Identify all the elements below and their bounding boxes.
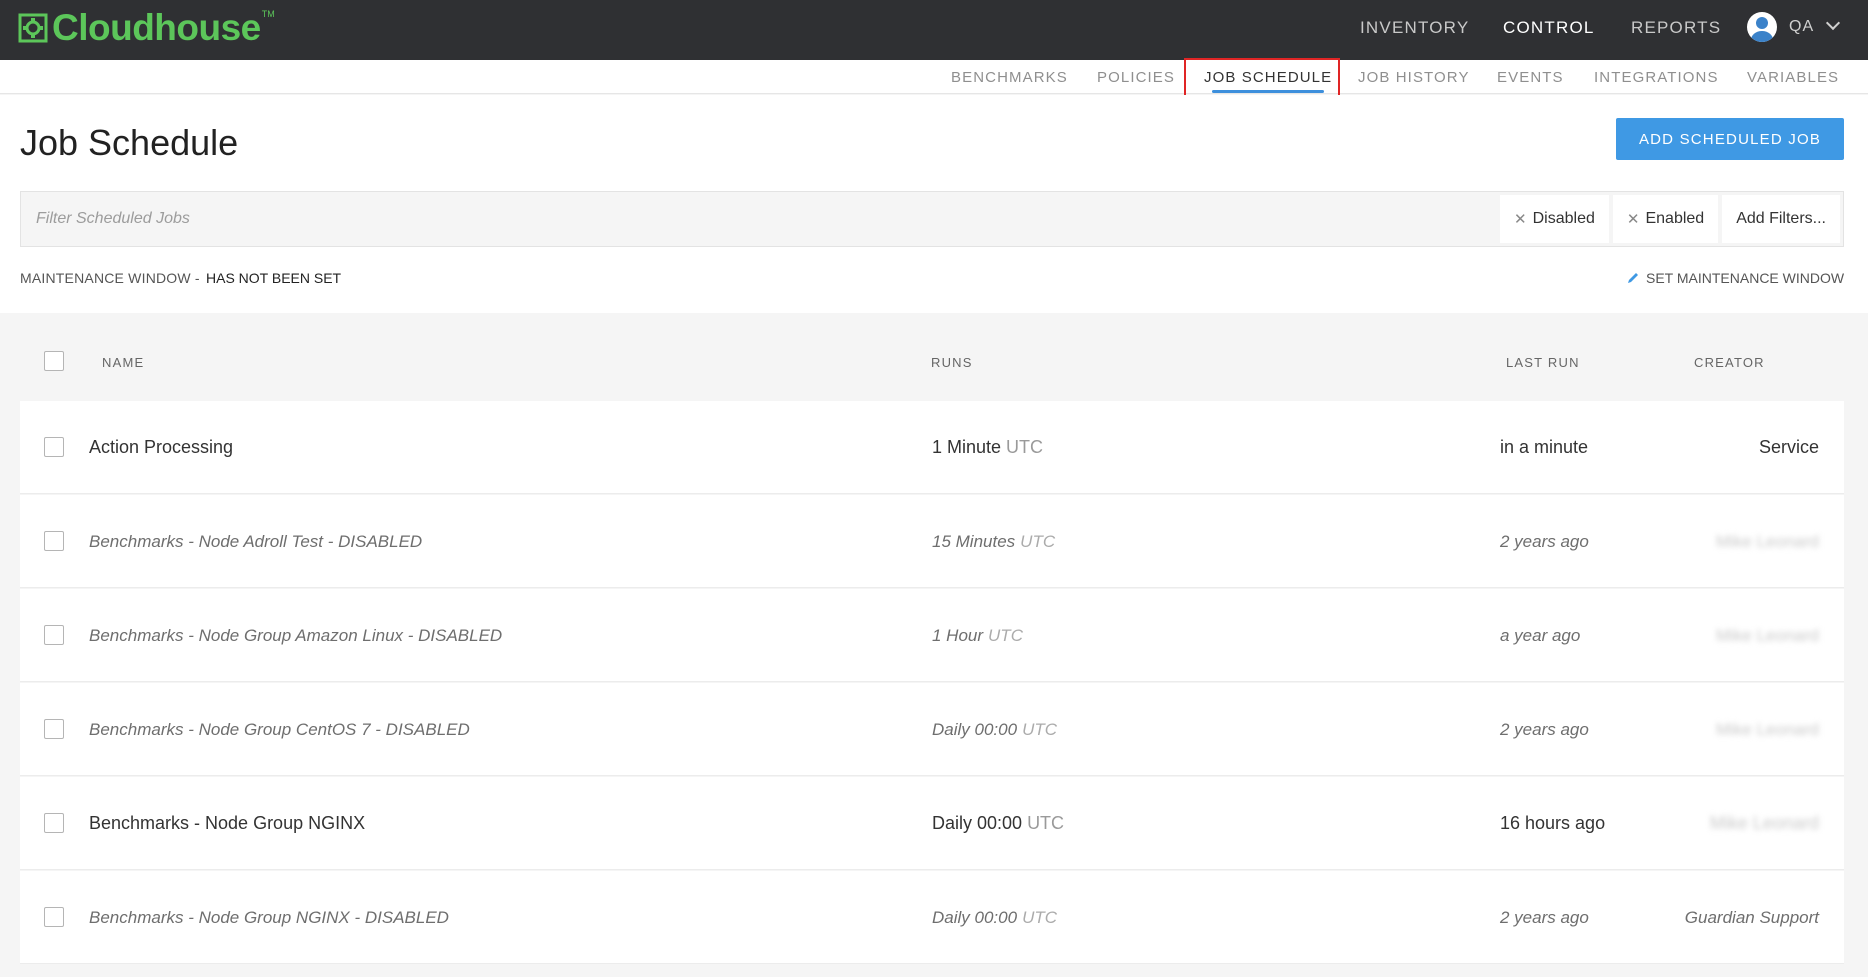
job-last-run: 2 years ago [1500,907,1589,927]
job-runs: Daily 00:00 UTC [932,777,1064,870]
table-row[interactable]: Benchmarks - Node Adroll Test - DISABLED… [20,495,1844,588]
table-row[interactable]: Action Processing 1 Minute UTC in a minut… [20,401,1844,494]
job-timezone: UTC [1022,719,1058,739]
job-last-run: 2 years ago [1500,719,1589,739]
job-creator: Service [1758,437,1819,457]
job-last-run: in a minute [1500,437,1589,457]
row-checkbox[interactable] [44,437,64,457]
job-creator: Mike Leonard [1710,777,1819,870]
column-header-name[interactable]: NAME [102,355,144,370]
brand-tm: TM [261,9,275,19]
job-creator: Mike Leonard [1716,589,1819,682]
filter-chip-enabled[interactable]: ✕ Enabled [1612,195,1719,243]
row-checkbox[interactable] [44,625,64,645]
column-header-runs[interactable]: RUNS [931,355,973,370]
add-filters-button[interactable]: Add Filters... [1722,195,1840,243]
table-row[interactable]: Benchmarks - Node Group CentOS 7 - DISAB… [20,683,1844,776]
job-runs-value: 1 Minute [932,437,1002,457]
tab-integrations[interactable]: INTEGRATIONS [1594,60,1719,94]
select-all-checkbox[interactable] [44,351,64,371]
user-initials: QA [1789,18,1815,35]
job-runs-value: 1 Hour [932,625,984,645]
tab-events[interactable]: EVENTS [1497,60,1564,94]
brand-name: Cloudhouse [52,7,261,48]
job-timezone: UTC [1006,437,1044,457]
job-name[interactable]: Benchmarks - Node Group NGINX - DISABLED [89,871,449,964]
job-name[interactable]: Benchmarks - Node Group CentOS 7 - DISAB… [89,683,470,776]
table-row[interactable]: Benchmarks - Node Group NGINX - DISABLED… [20,871,1844,964]
maintenance-window-label: MAINTENANCE WINDOW - [20,270,200,286]
blurred-creator-name: Mike Leonard [1715,625,1819,645]
job-timezone: UTC [988,625,1023,645]
column-header-last-run[interactable]: LAST RUN [1506,355,1580,370]
job-timezone: UTC [1020,531,1056,551]
job-runs-value: Daily 00:00 [932,719,1018,739]
column-header-creator[interactable]: CREATOR [1694,355,1765,370]
maintenance-window-value: HAS NOT BEEN SET [206,270,342,286]
job-runs: 1 Minute UTC [932,401,1043,494]
pencil-icon [1628,273,1638,283]
job-runs: 1 Hour UTC [932,589,1023,682]
highlight-annotation-box [1184,58,1340,100]
tab-benchmarks[interactable]: BENCHMARKS [951,60,1068,94]
row-checkbox[interactable] [44,531,64,551]
filter-chip-label: Disabled [1532,210,1595,227]
cloudhouse-logo[interactable]: Cloudhouse TM [18,6,275,50]
nav-inventory[interactable]: INVENTORY [1360,0,1469,56]
blurred-creator-name: Mike Leonard [1715,531,1819,551]
chevron-down-icon [1826,15,1841,31]
top-navbar: Cloudhouse TM INVENTORY CONTROL REPORTS … [0,0,1868,60]
job-runs: 15 Minutes UTC [932,495,1055,588]
set-maintenance-window-link[interactable]: SET MAINTENANCE WINDOW [1626,270,1844,286]
job-last-run: 2 years ago [1500,531,1589,551]
blurred-creator-name: Mike Leonard [1715,719,1819,739]
job-runs-value: 15 Minutes [932,531,1016,551]
filter-chip-label: Enabled [1645,210,1705,227]
row-checkbox[interactable] [44,813,64,833]
job-timezone: UTC [1027,813,1065,833]
job-creator: Guardian Support [1684,907,1819,927]
job-last-run: a year ago [1500,625,1581,645]
page-title: Job Schedule [20,122,239,163]
tab-variables[interactable]: VARIABLES [1747,60,1839,94]
tab-policies[interactable]: POLICIES [1097,60,1175,94]
add-scheduled-job-button[interactable]: ADD SCHEDULED JOB [1616,118,1844,160]
sub-navbar: BENCHMARKS POLICIES JOB SCHEDULE JOB HIS… [0,60,1868,94]
job-name[interactable]: Action Processing [89,401,233,494]
tab-job-history[interactable]: JOB HISTORY [1358,60,1470,94]
user-menu[interactable]: QA [1747,12,1841,42]
filter-bar: ✕ Disabled ✕ Enabled Add Filters... [20,191,1844,247]
gear-logo-icon [18,13,48,43]
set-maintenance-window-label: SET MAINTENANCE WINDOW [1646,270,1845,286]
job-runs-value: Daily 00:00 [932,907,1018,927]
nav-reports[interactable]: REPORTS [1631,0,1721,56]
close-icon[interactable]: ✕ [1627,210,1640,228]
row-checkbox[interactable] [44,719,64,739]
filter-chip-disabled[interactable]: ✕ Disabled [1500,195,1609,243]
blurred-creator-name: Mike Leonard [1709,813,1819,833]
job-creator: Mike Leonard [1716,495,1819,588]
close-icon[interactable]: ✕ [1514,210,1527,228]
nav-control[interactable]: CONTROL [1503,0,1595,56]
job-timezone: UTC [1022,907,1058,927]
job-name[interactable]: Benchmarks - Node Adroll Test - DISABLED [89,495,422,588]
job-name[interactable]: Benchmarks - Node Group Amazon Linux - D… [89,589,502,682]
job-creator: Mike Leonard [1716,683,1819,776]
table-row[interactable]: Benchmarks - Node Group NGINX Daily 00:0… [20,777,1844,870]
row-checkbox[interactable] [44,907,64,927]
job-last-run: 16 hours ago [1500,813,1606,833]
job-name[interactable]: Benchmarks - Node Group NGINX [89,777,365,870]
job-runs: Daily 00:00 UTC [932,871,1057,964]
avatar [1747,12,1777,42]
table-row[interactable]: Benchmarks - Node Group Amazon Linux - D… [20,589,1844,682]
job-runs-value: Daily 00:00 [932,813,1023,833]
filter-input[interactable] [21,192,1497,246]
job-runs: Daily 00:00 UTC [932,683,1057,776]
